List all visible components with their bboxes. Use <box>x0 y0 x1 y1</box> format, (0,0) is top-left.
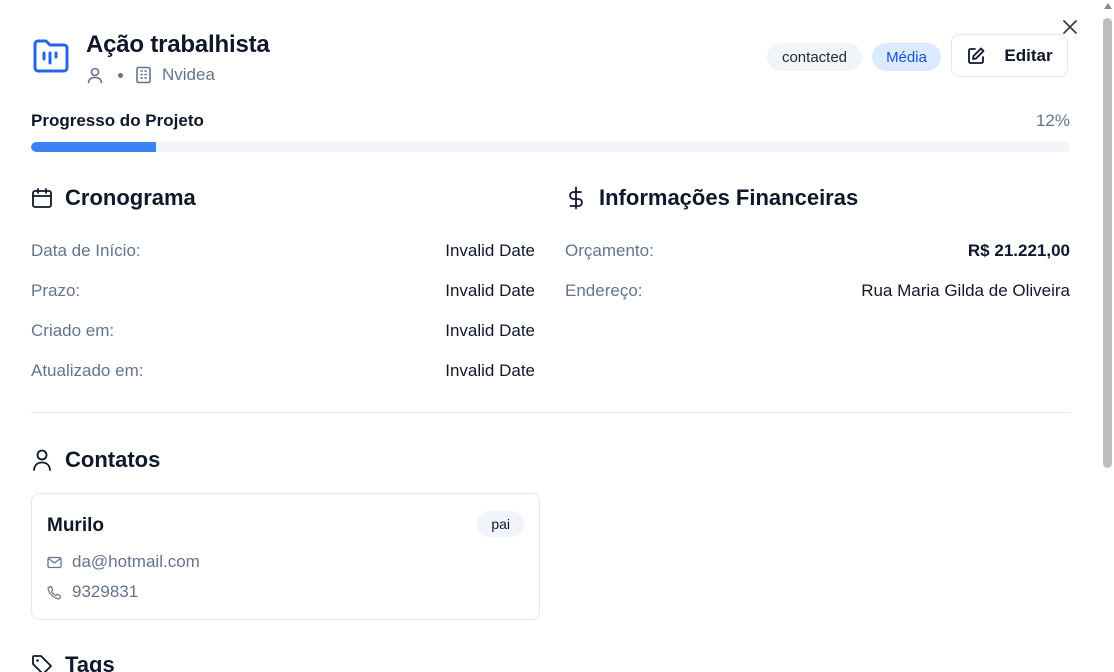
progress-bar <box>31 142 1070 152</box>
schedule-label: Atualizado em: <box>31 361 144 380</box>
schedule-section-header: Cronograma <box>31 185 196 211</box>
contact-role-badge: pai <box>477 511 524 537</box>
schedule-value: Invalid Date <box>445 321 535 340</box>
financial-label: Endereço: <box>565 281 643 300</box>
financial-label: Orçamento: <box>565 241 654 260</box>
schedule-row-start: Data de Início: Invalid Date <box>31 240 535 262</box>
scroll-up-arrow[interactable] <box>1104 3 1112 9</box>
contact-phone[interactable]: 9329831 <box>72 582 138 602</box>
project-folder-icon <box>32 38 70 74</box>
separator-dot <box>118 72 123 78</box>
address-value: Rua Maria Gilda de Oliveira <box>861 281 1070 300</box>
tag-icon <box>32 655 52 672</box>
calendar-icon <box>32 188 52 208</box>
financial-section-header: Informações Financeiras <box>565 185 858 211</box>
phone-icon <box>47 585 62 600</box>
financial-row-budget: Orçamento: R$ 21.221,00 <box>565 240 1070 262</box>
building-icon <box>136 66 151 84</box>
contacts-section-header: Contatos <box>31 447 160 473</box>
edit-icon <box>968 47 985 64</box>
budget-value: R$ 21.221,00 <box>967 241 1070 260</box>
section-divider <box>31 412 1070 413</box>
contacts-title: Contatos <box>65 447 161 472</box>
project-details-panel: Ação trabalhista Nvidea contacted Média … <box>0 0 1100 672</box>
edit-button[interactable]: Editar <box>951 34 1068 77</box>
progress-label: Progresso do Projeto <box>31 111 204 130</box>
project-meta: Nvidea <box>86 64 215 86</box>
schedule-value: Invalid Date <box>445 241 535 260</box>
user-icon <box>87 67 103 84</box>
schedule-label: Data de Início: <box>31 241 141 260</box>
schedule-value: Invalid Date <box>445 361 535 380</box>
dollar-icon <box>569 186 583 210</box>
contact-name: Murilo <box>47 515 104 536</box>
schedule-label: Prazo: <box>31 281 81 300</box>
scrollbar-thumb[interactable] <box>1103 18 1112 468</box>
edit-button-label: Editar <box>1004 45 1053 65</box>
contact-phone-row: 9329831 <box>47 582 138 602</box>
schedule-row-created: Criado em: Invalid Date <box>31 320 535 342</box>
schedule-row-deadline: Prazo: Invalid Date <box>31 280 535 302</box>
progress-value: 12% <box>1035 111 1070 130</box>
contact-email-row: da@hotmail.com <box>47 552 200 572</box>
progress-bar-fill <box>31 142 156 152</box>
financial-title: Informações Financeiras <box>599 185 859 210</box>
company-name: Nvidea <box>162 65 215 84</box>
tags-section-header: Tags <box>31 652 115 672</box>
contact-email[interactable]: da@hotmail.com <box>72 552 200 572</box>
user-icon <box>33 449 51 471</box>
priority-badge: Média <box>872 43 941 71</box>
mail-icon <box>47 556 62 568</box>
contact-card[interactable]: Murilo pai da@hotmail.com 9329831 <box>31 493 540 620</box>
schedule-label: Criado em: <box>31 321 115 340</box>
project-title: Ação trabalhista <box>86 31 270 58</box>
schedule-row-updated: Atualizado em: Invalid Date <box>31 360 535 382</box>
status-badge: contacted <box>767 43 862 71</box>
schedule-title: Cronograma <box>65 185 196 210</box>
financial-row-address: Endereço: Rua Maria Gilda de Oliveira <box>565 280 1070 302</box>
schedule-value: Invalid Date <box>445 281 535 300</box>
tags-title: Tags <box>65 652 115 672</box>
